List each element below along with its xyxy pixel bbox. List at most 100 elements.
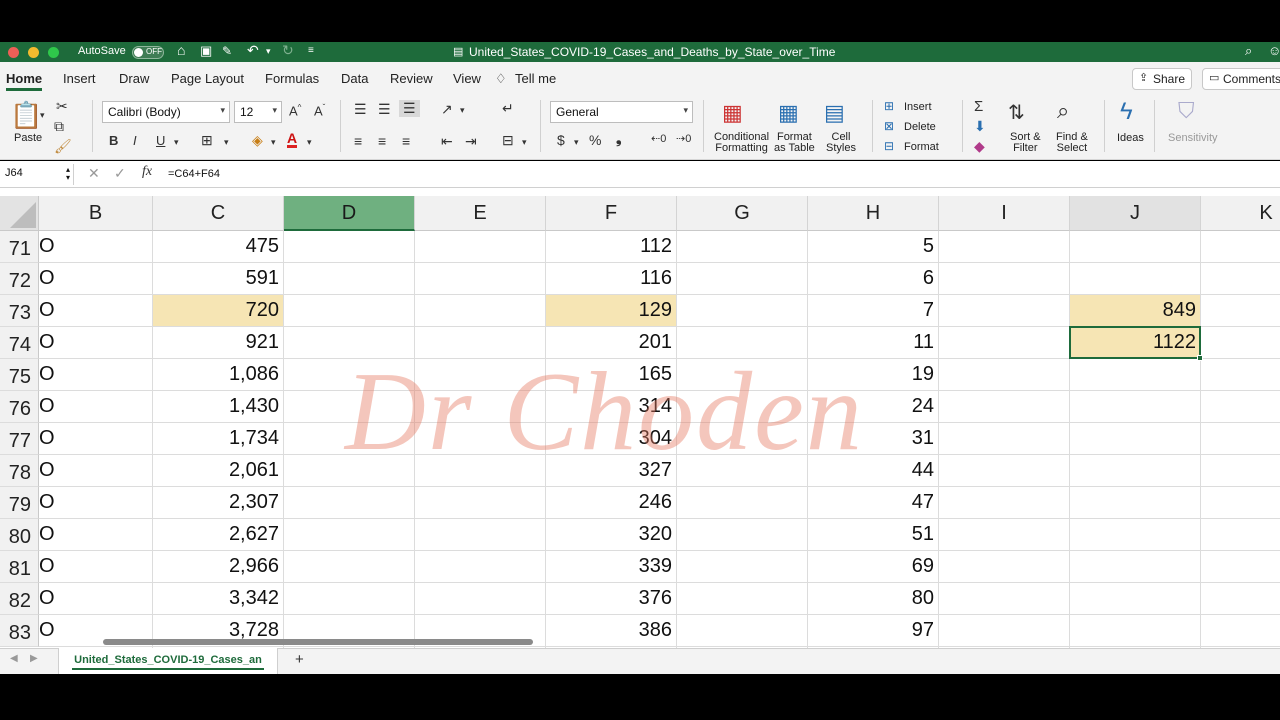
conditional-formatting-icon[interactable]: ▦ bbox=[722, 100, 743, 126]
close-window-button[interactable] bbox=[8, 47, 19, 58]
cell-f72[interactable]: 116 bbox=[546, 263, 677, 294]
save-icon[interactable]: ▣ bbox=[200, 43, 212, 59]
cell-f81[interactable]: 339 bbox=[546, 551, 677, 582]
select-all-button[interactable] bbox=[0, 196, 39, 231]
bold-icon[interactable]: B bbox=[109, 133, 118, 148]
fill-icon[interactable]: ⬇ bbox=[974, 118, 986, 135]
tell-me-search[interactable]: Tell me bbox=[515, 71, 556, 86]
paste-dropdown-icon[interactable]: ▾ bbox=[40, 110, 45, 121]
orientation-icon[interactable]: ↗ bbox=[441, 101, 453, 118]
comments-button[interactable]: ▭ Comments bbox=[1202, 68, 1280, 90]
row-header[interactable]: 75 bbox=[0, 359, 39, 391]
sensitivity-label[interactable]: Sensitivity bbox=[1168, 132, 1218, 144]
find-select-icon[interactable]: ⌕ bbox=[1057, 98, 1069, 124]
cell-c75[interactable]: 1,086 bbox=[153, 359, 284, 390]
undo-icon[interactable]: ↶ bbox=[247, 42, 259, 59]
conditional-formatting-label[interactable]: Conditional Formatting bbox=[714, 132, 769, 154]
decrease-indent-icon[interactable]: ⇤ bbox=[441, 133, 453, 150]
currency-icon[interactable]: $ bbox=[557, 132, 565, 148]
ideas-label[interactable]: Ideas bbox=[1117, 132, 1144, 144]
prev-sheet-icon[interactable]: ◀ bbox=[10, 653, 18, 664]
cell-c72[interactable]: 591 bbox=[153, 263, 284, 294]
font-size-select[interactable]: 12 ▾ bbox=[234, 101, 282, 123]
row-header[interactable]: 77 bbox=[0, 423, 39, 455]
account-icon[interactable]: ☺ bbox=[1268, 43, 1280, 58]
sort-filter-icon[interactable]: ⇅ bbox=[1008, 100, 1025, 125]
cell-b74[interactable]: O bbox=[39, 327, 153, 358]
column-header-d[interactable]: D bbox=[284, 196, 415, 231]
decrease-font-icon[interactable]: Aˇ bbox=[314, 103, 325, 118]
horizontal-scrollbar[interactable] bbox=[103, 639, 533, 645]
row-header[interactable]: 80 bbox=[0, 519, 39, 551]
increase-indent-icon[interactable]: ⇥ bbox=[465, 133, 477, 150]
tab-insert[interactable]: Insert bbox=[63, 71, 96, 86]
column-header-e[interactable]: E bbox=[415, 196, 546, 231]
function-icon[interactable]: fx bbox=[142, 164, 152, 180]
column-header-f[interactable]: F bbox=[546, 196, 677, 231]
customize-toolbar-icon[interactable]: ≡ bbox=[308, 45, 314, 56]
tab-home[interactable]: Home bbox=[6, 71, 42, 86]
cell-b75[interactable]: O bbox=[39, 359, 153, 390]
align-middle-icon[interactable]: ☰ bbox=[378, 101, 391, 118]
cell-styles-icon[interactable]: ▤ bbox=[824, 100, 845, 126]
cell-f83[interactable]: 386 bbox=[546, 615, 677, 646]
fill-dropdown-icon[interactable]: ▾ bbox=[271, 137, 276, 148]
cell-j73[interactable]: 849 bbox=[1070, 295, 1201, 326]
decrease-decimal-icon[interactable]: ⇢0 bbox=[676, 132, 691, 145]
cell-b79[interactable]: O bbox=[39, 487, 153, 518]
tab-data[interactable]: Data bbox=[341, 71, 368, 86]
cell-h72[interactable]: 6 bbox=[808, 263, 939, 294]
number-format-select[interactable]: General ▾ bbox=[550, 101, 693, 123]
zoom-window-button[interactable] bbox=[48, 47, 59, 58]
align-top-icon[interactable]: ☰ bbox=[354, 101, 367, 118]
cell-b81[interactable]: O bbox=[39, 551, 153, 582]
percent-icon[interactable]: % bbox=[589, 132, 601, 148]
underline-dropdown-icon[interactable]: ▾ bbox=[174, 137, 179, 148]
font-color-icon[interactable]: A bbox=[287, 131, 298, 148]
clear-icon[interactable]: ◆ bbox=[974, 138, 985, 155]
cell-h80[interactable]: 51 bbox=[808, 519, 939, 550]
cell-b76[interactable]: O bbox=[39, 391, 153, 422]
tab-formulas[interactable]: Formulas bbox=[265, 71, 319, 86]
cell-c79[interactable]: 2,307 bbox=[153, 487, 284, 518]
share-button[interactable]: ⇪ Share bbox=[1132, 68, 1193, 90]
row-header[interactable]: 82 bbox=[0, 583, 39, 615]
cell-f80[interactable]: 320 bbox=[546, 519, 677, 550]
column-header-g[interactable]: G bbox=[677, 196, 808, 231]
increase-decimal-icon[interactable]: ⇠0 bbox=[651, 132, 666, 145]
font-name-select[interactable]: Calibri (Body) ▾ bbox=[102, 101, 230, 123]
italic-icon[interactable]: I bbox=[133, 133, 137, 148]
format-cells-label[interactable]: Format bbox=[904, 141, 939, 153]
fill-color-icon[interactable]: ◈ bbox=[252, 132, 263, 149]
add-sheet-icon[interactable]: + bbox=[295, 651, 304, 668]
cell-c82[interactable]: 3,342 bbox=[153, 583, 284, 614]
format-as-table-label[interactable]: Format as Table bbox=[774, 132, 815, 154]
cell-b71[interactable]: O bbox=[39, 231, 153, 262]
cell-b80[interactable]: O bbox=[39, 519, 153, 550]
row-header[interactable]: 73 bbox=[0, 295, 39, 327]
cell-f73[interactable]: 129 bbox=[546, 295, 677, 326]
cell-h73[interactable]: 7 bbox=[808, 295, 939, 326]
format-as-table-icon[interactable]: ▦ bbox=[778, 100, 799, 126]
paste-icon[interactable]: 📋 bbox=[10, 100, 42, 131]
delete-cells-icon[interactable]: ⊠ bbox=[884, 119, 894, 133]
cell-styles-label[interactable]: Cell Styles bbox=[826, 132, 856, 154]
column-header-c[interactable]: C bbox=[153, 196, 284, 231]
align-left-icon[interactable]: ≡ bbox=[354, 133, 362, 149]
column-header-b[interactable]: B bbox=[39, 196, 153, 231]
cell-b78[interactable]: O bbox=[39, 455, 153, 486]
row-header[interactable]: 74 bbox=[0, 327, 39, 359]
align-center-icon[interactable]: ≡ bbox=[378, 133, 386, 149]
minimize-window-button[interactable] bbox=[28, 47, 39, 58]
column-header-j[interactable]: J bbox=[1070, 196, 1201, 231]
tab-view[interactable]: View bbox=[453, 71, 481, 86]
row-header[interactable]: 71 bbox=[0, 231, 39, 263]
cell-h83[interactable]: 97 bbox=[808, 615, 939, 646]
column-header-h[interactable]: H bbox=[808, 196, 939, 231]
redo-icon[interactable]: ↻ bbox=[282, 42, 294, 59]
align-right-icon[interactable]: ≡ bbox=[402, 133, 410, 149]
cell-f71[interactable]: 112 bbox=[546, 231, 677, 262]
ideas-icon[interactable]: ϟ bbox=[1120, 98, 1133, 126]
column-header-i[interactable]: I bbox=[939, 196, 1070, 231]
row-header[interactable]: 78 bbox=[0, 455, 39, 487]
